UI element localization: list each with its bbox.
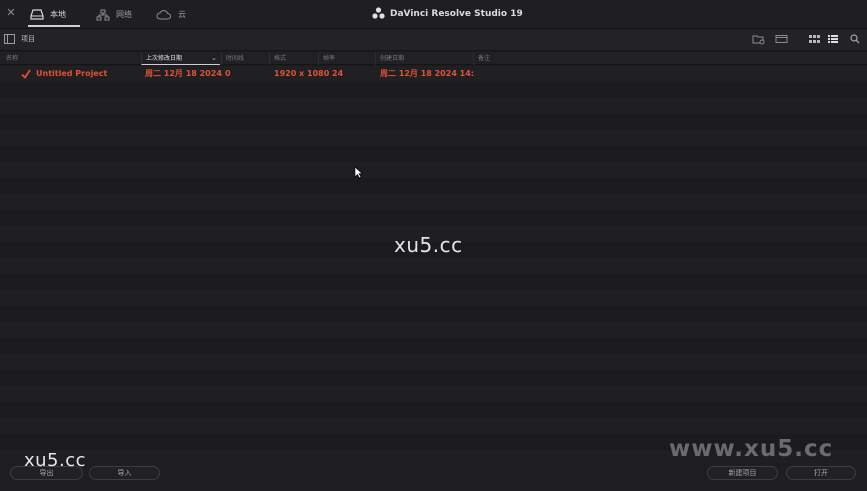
column-notes[interactable]: 备注	[473, 52, 867, 65]
sidebar-toggle-icon[interactable]	[4, 34, 15, 44]
drive-icon	[30, 9, 44, 20]
new-project-button[interactable]: 新建项目	[707, 466, 778, 480]
empty-row	[0, 290, 867, 306]
empty-row	[0, 130, 867, 146]
footer-bar: 导出 导入 新建项目 打开	[0, 462, 867, 491]
empty-row	[0, 370, 867, 386]
tab-cloud[interactable]: 云	[156, 0, 196, 29]
project-timelines: 0	[225, 69, 231, 78]
watermark-bottom-left: xu5.cc	[24, 450, 87, 471]
empty-row	[0, 98, 867, 114]
empty-row	[0, 194, 867, 210]
empty-row	[0, 354, 867, 370]
column-name[interactable]: 名称	[2, 52, 140, 65]
empty-row	[0, 386, 867, 402]
list-view-icon[interactable]	[826, 32, 840, 46]
empty-row	[0, 146, 867, 162]
watermark-bottom-right: www.xu5.cc	[669, 436, 834, 462]
empty-row	[0, 114, 867, 130]
network-icon	[96, 9, 110, 21]
project-list	[0, 66, 867, 466]
search-icon[interactable]	[848, 32, 862, 46]
app-title-text: DaVinci Resolve Studio 19	[390, 9, 523, 19]
empty-row	[0, 210, 867, 226]
tab-local[interactable]: 本地	[28, 0, 80, 29]
close-icon[interactable]: ✕	[5, 6, 17, 20]
tab-local-label: 本地	[50, 10, 66, 19]
project-format: 1920 x 1080 24	[274, 69, 344, 78]
chevron-down-icon: ⌄	[211, 54, 217, 62]
checkmark-icon	[21, 69, 31, 79]
tab-network-label: 网络	[116, 10, 132, 19]
open-button[interactable]: 打开	[786, 466, 856, 480]
import-button[interactable]: 导入	[89, 466, 160, 480]
davinci-logo-icon	[372, 6, 385, 22]
project-created: 周二 12月 18 2024 14:...	[380, 69, 475, 78]
empty-row	[0, 178, 867, 194]
empty-row	[0, 338, 867, 354]
project-name: Untitled Project	[36, 69, 108, 78]
tab-cloud-label: 云	[178, 10, 186, 19]
folder-icon[interactable]	[774, 32, 788, 46]
cloud-icon	[156, 9, 172, 20]
title-bar: ✕ 本地 网络 云 DaVinci Resolve Studio 19	[0, 0, 867, 29]
empty-row	[0, 258, 867, 274]
watermark-center: xu5.cc	[394, 233, 463, 257]
empty-row	[0, 274, 867, 290]
toolbar-label: 项目	[21, 35, 35, 43]
empty-row	[0, 322, 867, 338]
empty-row	[0, 82, 867, 98]
project-toolbar: 项目	[0, 29, 867, 51]
empty-row	[0, 306, 867, 322]
column-modified-label: 上次修改日期	[146, 55, 183, 62]
empty-row	[0, 162, 867, 178]
empty-row	[0, 402, 867, 418]
column-header: 名称 上次修改日期 ⌄ 时间线 格式 帧率 创建日期 备注	[0, 52, 867, 65]
active-tab-indicator	[28, 25, 80, 27]
new-folder-icon[interactable]	[751, 32, 765, 46]
column-created[interactable]: 创建日期	[375, 52, 473, 65]
grid-view-icon[interactable]	[807, 32, 821, 46]
mouse-cursor-icon	[354, 166, 363, 179]
tab-network[interactable]: 网络	[96, 0, 146, 29]
column-framerate[interactable]: 帧率	[318, 52, 375, 65]
column-modified[interactable]: 上次修改日期 ⌄	[141, 52, 220, 65]
empty-row	[0, 418, 867, 434]
column-timelines[interactable]: 时间线	[221, 52, 269, 65]
table-row[interactable]: Untitled Project 周二 12月 18 2024... 0 192…	[0, 66, 867, 82]
column-format[interactable]: 格式	[269, 52, 318, 65]
project-modified: 周二 12月 18 2024...	[145, 69, 223, 78]
app-title: DaVinci Resolve Studio 19	[372, 6, 523, 22]
